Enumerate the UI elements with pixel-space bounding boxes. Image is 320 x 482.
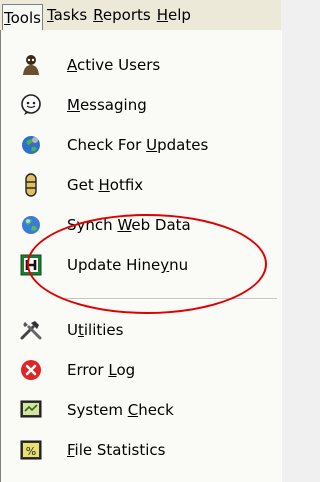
error-icon <box>19 358 43 382</box>
menu-item-system-check[interactable]: System Check <box>1 390 282 430</box>
tools-dropdown-menu: Active Users Messaging Check For Updates… <box>0 30 282 482</box>
hotfix-icon <box>19 173 43 197</box>
active-users-icon <box>19 53 43 77</box>
menu-item-messaging[interactable]: Messaging <box>1 85 282 125</box>
file-statistics-icon: % <box>19 438 43 462</box>
menu-reports-label: Reports <box>93 6 151 24</box>
menu-tasks-label: Tasks <box>46 6 88 24</box>
menu-item-active-users[interactable]: Active Users <box>1 45 282 85</box>
menu-item-update-hineynu[interactable]: Update Hineynu <box>1 245 282 285</box>
tools-icon <box>19 318 43 342</box>
menu-help[interactable]: Help <box>155 3 193 27</box>
menu-item-label: Synch Web Data <box>67 216 191 234</box>
menu-item-get-hotfix[interactable]: Get Hotfix <box>1 165 282 205</box>
menu-item-label: Utilities <box>67 321 124 339</box>
menu-item-label: Active Users <box>67 56 161 74</box>
menu-item-label: Update Hineynu <box>67 256 189 274</box>
menu-item-synch-web-data[interactable]: Synch Web Data <box>1 205 282 245</box>
menu-item-utilities[interactable]: Utilities <box>1 310 282 350</box>
update-h-icon <box>19 253 43 277</box>
menu-tasks[interactable]: Tasks <box>45 3 89 27</box>
menu-bar: Tools Tasks Reports Help <box>0 0 281 31</box>
menu-tools-label: Tools <box>4 8 41 27</box>
menu-tools[interactable]: Tools <box>2 3 43 31</box>
globe-icon <box>19 213 43 237</box>
menu-item-file-statistics[interactable]: % File Statistics <box>1 430 282 470</box>
menu-help-label: Help <box>156 6 191 24</box>
menu-separator <box>63 298 277 300</box>
menu-item-check-for-updates[interactable]: Check For Updates <box>1 125 282 165</box>
menu-item-label: File Statistics <box>67 441 166 459</box>
menu-item-label: Check For Updates <box>67 136 209 154</box>
menu-item-label: Error Log <box>67 361 136 379</box>
check-for-updates-icon <box>19 133 43 157</box>
menu-item-label: Messaging <box>67 96 147 114</box>
menu-item-error-log[interactable]: Error Log <box>1 350 282 390</box>
messaging-icon <box>19 93 43 117</box>
menu-item-label: System Check <box>67 401 174 419</box>
menu-item-label: Get Hotfix <box>67 176 144 194</box>
system-check-icon <box>19 398 43 422</box>
menu-reports[interactable]: Reports <box>91 3 153 27</box>
svg-text:%: % <box>26 445 36 458</box>
